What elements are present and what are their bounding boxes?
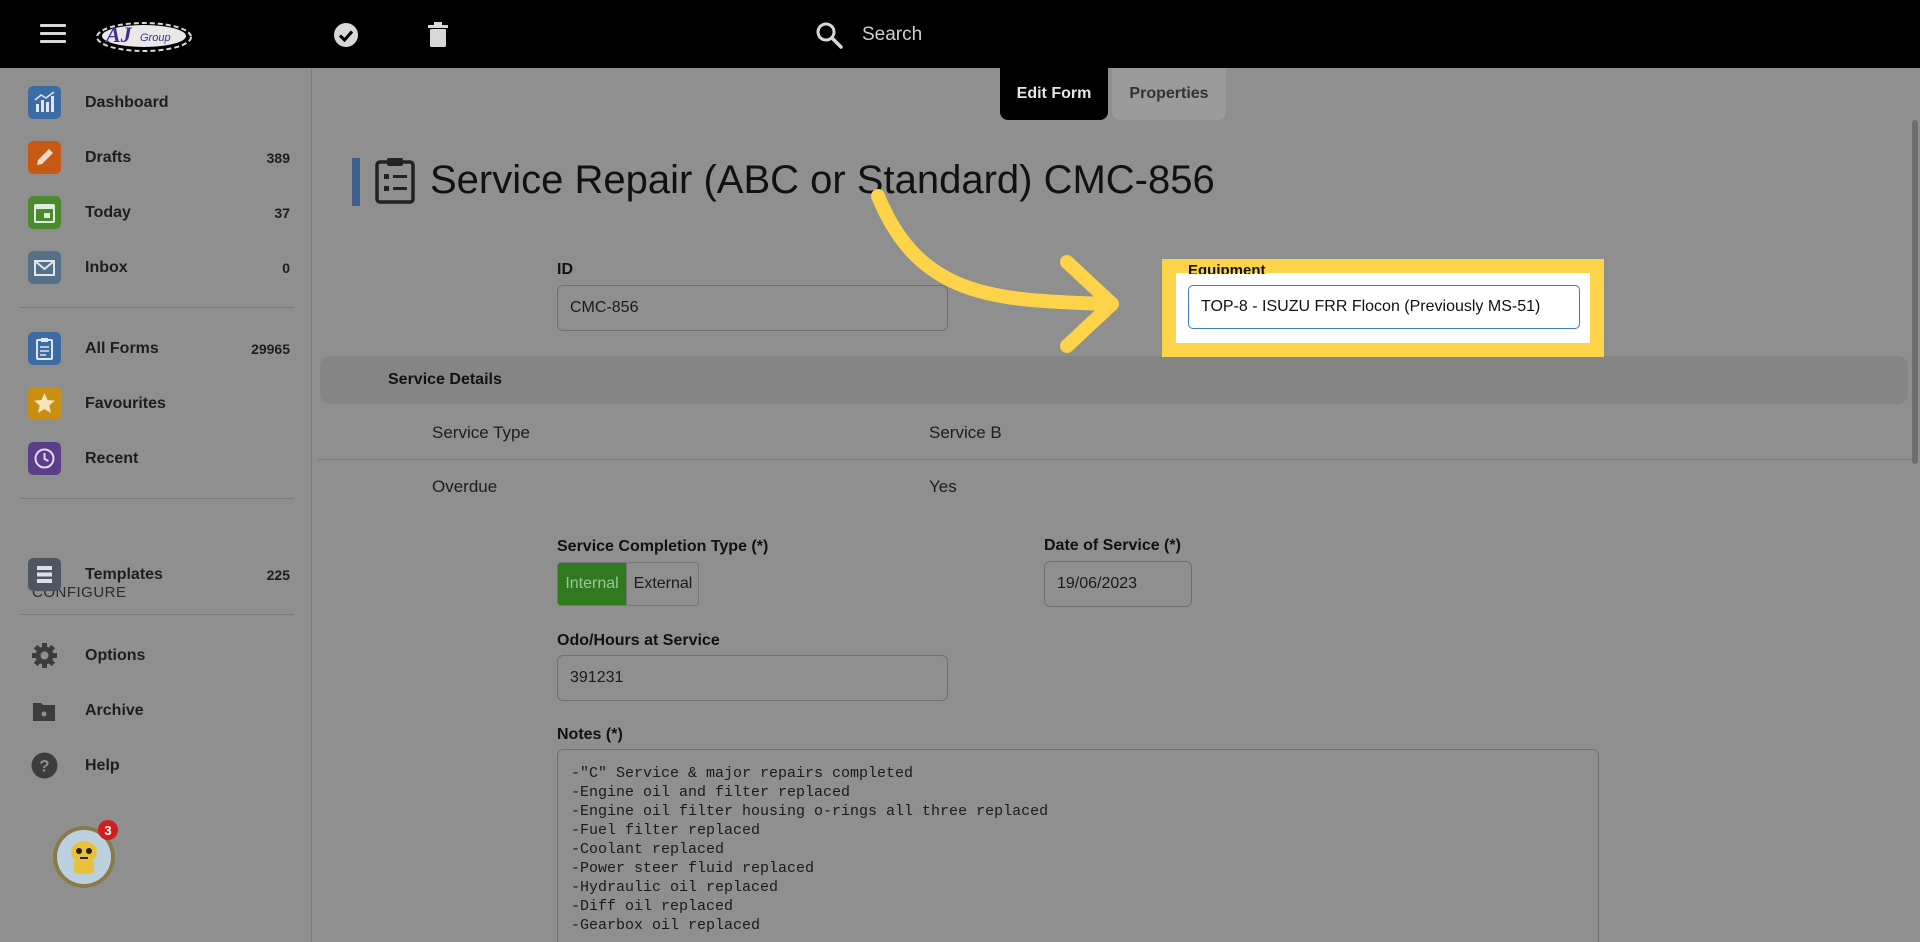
clipboard-icon bbox=[375, 158, 415, 204]
clock-icon bbox=[28, 442, 61, 475]
sidebar-item-label: Today bbox=[85, 204, 131, 221]
sidebar: Dashboard Drafts 389 Today 37 Inbox 0 Al… bbox=[0, 68, 312, 942]
gear-icon bbox=[32, 643, 57, 668]
date-of-service-label: Date of Service (*) bbox=[1044, 537, 1181, 554]
odo-hours-field[interactable] bbox=[557, 655, 948, 701]
sidebar-item-drafts[interactable]: Drafts 389 bbox=[28, 138, 290, 178]
sidebar-item-label: Favourites bbox=[85, 395, 166, 412]
mail-icon bbox=[28, 251, 61, 284]
service-type-label: Service Type bbox=[432, 423, 530, 442]
archive-icon bbox=[33, 703, 55, 721]
sidebar-item-count: 29965 bbox=[251, 341, 290, 357]
scrollbar[interactable] bbox=[1912, 120, 1918, 464]
sidebar-item-all-forms[interactable]: All Forms 29965 bbox=[28, 329, 290, 369]
internal-option[interactable]: Internal bbox=[558, 563, 626, 605]
equipment-field[interactable] bbox=[1188, 285, 1580, 329]
sidebar-item-favourites[interactable]: Favourites bbox=[28, 384, 290, 424]
search-icon[interactable] bbox=[814, 20, 844, 50]
sidebar-item-recent[interactable]: Recent bbox=[28, 439, 290, 479]
sidebar-item-label: Dashboard bbox=[85, 94, 169, 111]
sidebar-item-label: Drafts bbox=[85, 149, 132, 166]
sidebar-item-label: Options bbox=[85, 647, 146, 664]
sidebar-item-inbox[interactable]: Inbox 0 bbox=[28, 248, 290, 288]
pencil-icon bbox=[28, 141, 61, 174]
page-title: Service Repair (ABC or Standard) CMC-856 bbox=[430, 158, 1215, 202]
notification-badge: 3 bbox=[104, 823, 111, 838]
tab-edit-form[interactable]: Edit Form bbox=[1000, 68, 1108, 120]
dashboard-icon bbox=[28, 86, 61, 119]
sidebar-item-dashboard[interactable]: Dashboard bbox=[28, 83, 290, 123]
title-accent-bar bbox=[352, 158, 360, 206]
equipment-highlight: Equipment bbox=[1162, 259, 1604, 357]
trash-icon[interactable] bbox=[423, 20, 453, 50]
sidebar-item-options[interactable]: Options bbox=[28, 636, 290, 676]
row-divider bbox=[318, 459, 1912, 460]
sidebar-divider bbox=[20, 614, 294, 615]
sidebar-item-count: 389 bbox=[266, 150, 290, 166]
id-label: ID bbox=[557, 261, 573, 278]
section-title: Service Details bbox=[388, 371, 502, 388]
sidebar-item-label: All Forms bbox=[85, 340, 159, 357]
search-input[interactable] bbox=[862, 20, 1102, 50]
sidebar-item-count: 225 bbox=[266, 567, 290, 583]
sidebar-item-count: 0 bbox=[282, 260, 290, 276]
equipment-label: Equipment bbox=[1188, 262, 1266, 274]
sidebar-item-label: Archive bbox=[85, 702, 144, 719]
sidebar-item-label: Templates bbox=[85, 566, 163, 583]
sidebar-item-label: Help bbox=[85, 757, 120, 774]
overdue-value: Yes bbox=[929, 477, 957, 496]
completion-type-toggle: Internal External bbox=[557, 562, 699, 606]
date-of-service-field[interactable] bbox=[1044, 561, 1192, 607]
callout-arrow bbox=[871, 189, 1119, 353]
sidebar-item-help[interactable]: ? Help bbox=[28, 746, 290, 786]
company-logo[interactable]: AJ Group bbox=[94, 14, 194, 54]
sidebar-divider bbox=[20, 307, 294, 308]
completion-type-label: Service Completion Type (*) bbox=[557, 538, 769, 555]
menu-icon[interactable] bbox=[40, 24, 66, 44]
section-header-service-details: Service Details bbox=[320, 356, 1908, 404]
notes-label: Notes (*) bbox=[557, 726, 623, 743]
sidebar-item-label: Recent bbox=[85, 450, 139, 467]
star-icon bbox=[28, 387, 61, 420]
external-option[interactable]: External bbox=[626, 563, 698, 605]
notes-field[interactable]: -"C" Service & major repairs completed -… bbox=[557, 749, 1599, 942]
search-bar[interactable] bbox=[814, 18, 1114, 52]
sidebar-item-archive[interactable]: Archive bbox=[28, 691, 290, 731]
help-icon: ? bbox=[31, 752, 58, 779]
service-type-value: Service B bbox=[929, 423, 1002, 442]
svg-text:AJ: AJ bbox=[104, 22, 133, 47]
svg-text:Group: Group bbox=[140, 32, 171, 44]
templates-icon bbox=[28, 558, 61, 591]
sidebar-divider bbox=[20, 498, 294, 499]
overdue-label: Overdue bbox=[432, 477, 498, 496]
clipboard-icon bbox=[28, 332, 61, 365]
sidebar-item-count: 37 bbox=[274, 205, 290, 221]
sidebar-item-templates[interactable]: Templates 225 bbox=[28, 555, 290, 595]
odo-hours-label: Odo/Hours at Service bbox=[557, 632, 720, 649]
sidebar-item-today[interactable]: Today 37 bbox=[28, 193, 290, 233]
calendar-icon bbox=[28, 196, 61, 229]
check-circle-icon[interactable] bbox=[331, 20, 361, 50]
id-field[interactable] bbox=[557, 285, 948, 331]
tab-properties[interactable]: Properties bbox=[1112, 68, 1226, 120]
assistant-bot-icon[interactable]: 3 bbox=[50, 820, 120, 890]
sidebar-item-label: Inbox bbox=[85, 259, 128, 276]
top-bar: AJ Group bbox=[0, 0, 1920, 68]
svg-text:?: ? bbox=[39, 757, 49, 776]
